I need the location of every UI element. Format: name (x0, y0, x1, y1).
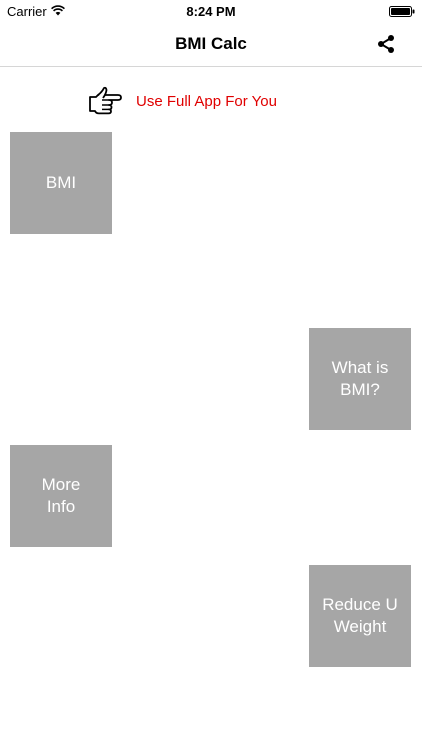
reduce-weight-button-label: Reduce U Weight (322, 595, 398, 636)
what-is-bmi-button-label: What is BMI? (331, 358, 389, 399)
full-app-promo-link[interactable]: Use Full App For You (88, 86, 277, 116)
more-info-button[interactable]: More Info (10, 445, 112, 547)
pointing-hand-icon (89, 86, 122, 115)
share-icon (378, 35, 394, 53)
page-title: BMI Calc (175, 34, 247, 53)
promo-text: Use Full App For You (136, 92, 277, 110)
status-bar: Carrier 8:24 PM (0, 0, 422, 24)
navigation-bar: BMI Calc (0, 24, 422, 67)
battery-icon (389, 6, 415, 17)
bmi-button-label: BMI (45, 173, 77, 192)
reduce-weight-button[interactable]: Reduce U Weight (309, 565, 411, 667)
what-is-bmi-button[interactable]: What is BMI? (309, 328, 411, 430)
share-button[interactable] (374, 32, 398, 56)
more-info-button-label: More Info (41, 475, 81, 516)
status-time: 8:24 PM (186, 4, 236, 19)
bmi-button[interactable]: BMI (10, 132, 112, 234)
